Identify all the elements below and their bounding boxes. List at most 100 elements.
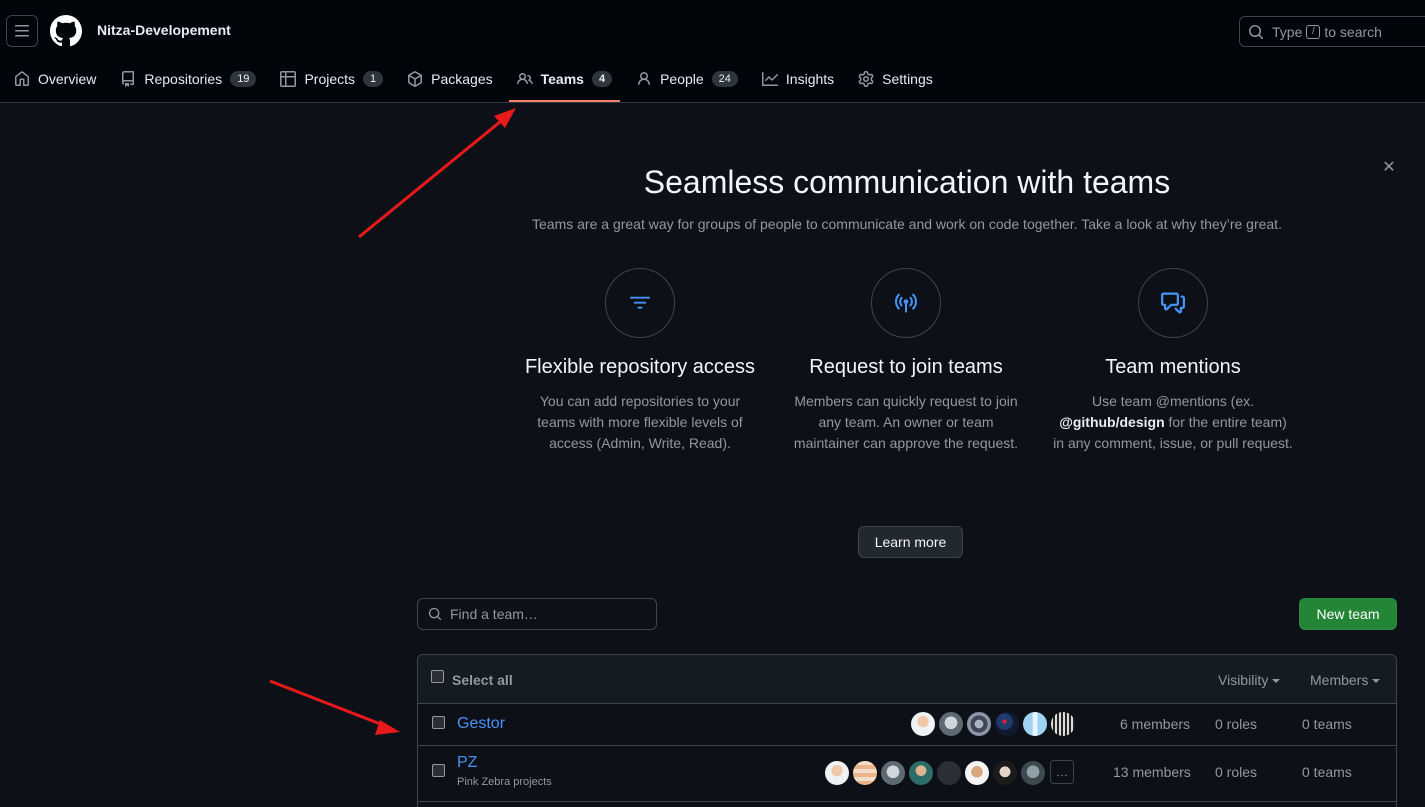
tab-label: People bbox=[660, 71, 704, 87]
tab-label: Packages bbox=[431, 71, 493, 87]
team-description: Pink Zebra projects bbox=[457, 776, 552, 788]
repositories-count-badge: 19 bbox=[230, 71, 257, 87]
people-icon bbox=[516, 72, 533, 85]
tab-packages[interactable]: Packages bbox=[399, 62, 500, 96]
more-avatars-button[interactable]: … bbox=[1050, 760, 1074, 784]
org-header: Nitza-Developement Type / to search Over… bbox=[0, 0, 1425, 103]
mention-example: @github/design bbox=[1059, 414, 1165, 430]
broadcast-icon bbox=[895, 293, 917, 313]
avatar[interactable] bbox=[1022, 711, 1048, 737]
feature-description: You can add repositories to your teams w… bbox=[537, 393, 743, 451]
repo-icon bbox=[122, 71, 135, 87]
avatar[interactable] bbox=[1020, 760, 1046, 786]
org-nav: Overview Repositories 19 Projects 1 Pack… bbox=[0, 62, 949, 102]
team-checkbox[interactable] bbox=[432, 716, 445, 729]
feature-description: Members can quickly request to join any … bbox=[793, 393, 1019, 451]
team-row: PZ Pink Zebra projects … 13 members 0 ro… bbox=[418, 746, 1396, 802]
avatar[interactable] bbox=[1050, 711, 1076, 737]
github-logo-icon[interactable] bbox=[50, 15, 82, 47]
avatar[interactable] bbox=[852, 760, 878, 786]
package-icon bbox=[408, 71, 423, 87]
feature-description: Use team @mentions (ex. @github/design f… bbox=[1053, 391, 1293, 454]
feature-repository-access: Flexible repository access You can add r… bbox=[520, 268, 760, 454]
people-count-badge: 24 bbox=[711, 71, 738, 87]
avatar[interactable] bbox=[936, 760, 962, 786]
team-name-link[interactable]: Gestor bbox=[457, 715, 505, 733]
graph-icon bbox=[761, 72, 778, 86]
search-shortcut-key: / bbox=[1306, 24, 1321, 39]
avatar[interactable] bbox=[910, 711, 936, 737]
visibility-label: Visibility bbox=[1218, 672, 1269, 688]
feature-icon-circle bbox=[1138, 268, 1208, 338]
feature-title: Request to join teams bbox=[809, 356, 1003, 378]
menu-button[interactable] bbox=[6, 15, 38, 47]
members-label: Members bbox=[1310, 672, 1369, 688]
child-team-count: 0 teams bbox=[1302, 716, 1352, 732]
search-prefix: Type bbox=[1272, 23, 1303, 40]
avatar[interactable] bbox=[992, 760, 1018, 786]
team-checkbox[interactable] bbox=[432, 764, 445, 777]
member-count[interactable]: 13 members bbox=[1113, 764, 1191, 780]
feature-request-join: Request to join teams Members can quickl… bbox=[786, 268, 1026, 454]
tab-label: Settings bbox=[882, 71, 933, 87]
tab-teams[interactable]: Teams 4 bbox=[508, 62, 621, 102]
avatar[interactable] bbox=[964, 760, 990, 786]
child-team-count: 0 teams bbox=[1302, 764, 1352, 780]
avatar[interactable] bbox=[908, 760, 934, 786]
search-suffix: to search bbox=[1324, 23, 1382, 40]
feature-title: Flexible repository access bbox=[524, 356, 756, 378]
avatar[interactable] bbox=[824, 760, 850, 786]
avatar[interactable] bbox=[938, 711, 964, 737]
find-team-input[interactable] bbox=[450, 606, 650, 622]
team-avatars bbox=[910, 711, 1078, 737]
tab-projects[interactable]: Projects 1 bbox=[272, 62, 391, 96]
role-count: 0 roles bbox=[1215, 764, 1258, 780]
select-all-label[interactable]: Select all bbox=[452, 672, 513, 688]
role-count: 0 roles bbox=[1215, 716, 1258, 732]
visibility-dropdown[interactable]: Visibility bbox=[1218, 672, 1281, 688]
team-avatars: … bbox=[824, 760, 1074, 786]
hamburger-icon bbox=[15, 25, 29, 37]
feature-title: Team mentions bbox=[1105, 356, 1241, 378]
avatar[interactable] bbox=[966, 711, 992, 737]
projects-count-badge: 1 bbox=[363, 71, 384, 87]
person-icon bbox=[638, 72, 651, 86]
banner-title: Seamless communication with teams bbox=[643, 164, 1171, 200]
team-row: Gestor 6 members 0 roles 0 teams bbox=[418, 704, 1396, 746]
tab-insights[interactable]: Insights bbox=[754, 62, 842, 96]
new-team-button[interactable]: New team bbox=[1299, 598, 1397, 630]
caret-down-icon bbox=[1272, 679, 1281, 684]
member-count[interactable]: 6 members bbox=[1120, 716, 1190, 732]
tab-label: Repositories bbox=[144, 71, 223, 87]
gear-icon bbox=[858, 71, 874, 87]
find-team-field[interactable] bbox=[417, 598, 657, 630]
table-icon bbox=[280, 71, 297, 87]
learn-more-button[interactable]: Learn more bbox=[858, 526, 963, 558]
tab-repositories[interactable]: Repositories 19 bbox=[112, 62, 264, 96]
tab-overview[interactable]: Overview bbox=[6, 62, 104, 96]
banner-subtitle: Teams are a great way for groups of peop… bbox=[532, 216, 1282, 232]
feature-icon-circle bbox=[871, 268, 941, 338]
desc-pre: Use team @mentions (ex. bbox=[1091, 393, 1255, 409]
avatar[interactable] bbox=[994, 711, 1020, 737]
team-name-link[interactable]: PZ bbox=[457, 754, 477, 772]
search-icon bbox=[428, 607, 442, 621]
tab-label: Projects bbox=[304, 71, 356, 87]
members-dropdown[interactable]: Members bbox=[1310, 672, 1381, 688]
annotation-arrow bbox=[269, 679, 400, 735]
home-icon bbox=[15, 71, 29, 86]
search-icon bbox=[1249, 24, 1264, 39]
tab-label: Teams bbox=[540, 71, 584, 87]
tab-label: Overview bbox=[38, 71, 97, 87]
avatar[interactable] bbox=[880, 760, 906, 786]
search-input[interactable]: Type / to search bbox=[1239, 16, 1425, 47]
filter-icon bbox=[630, 296, 650, 309]
tab-label: Insights bbox=[785, 71, 835, 87]
tab-people[interactable]: People 24 bbox=[628, 62, 746, 96]
caret-down-icon bbox=[1372, 679, 1381, 684]
teams-count-badge: 4 bbox=[591, 71, 613, 87]
org-name[interactable]: Nitza-Developement bbox=[97, 22, 231, 38]
tab-settings[interactable]: Settings bbox=[850, 62, 941, 96]
select-all-checkbox[interactable] bbox=[431, 670, 444, 683]
team-list-header: Select all Visibility Members bbox=[418, 655, 1396, 704]
